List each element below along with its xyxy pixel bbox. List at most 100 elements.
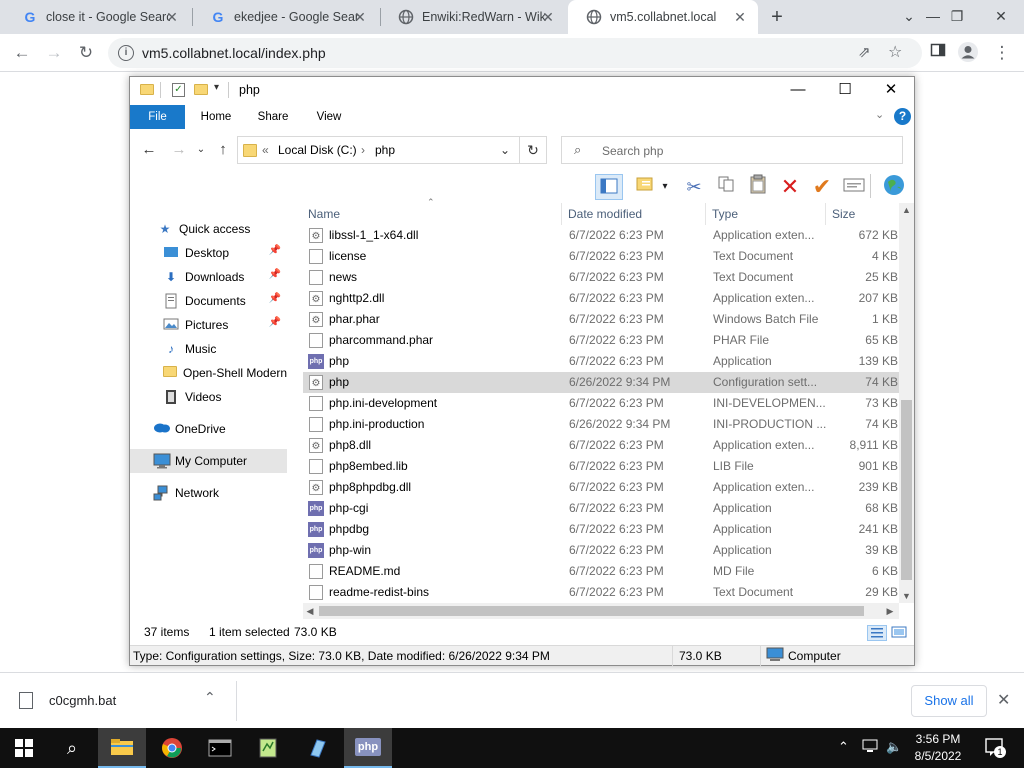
close-window-icon[interactable]: ✕ <box>978 0 1024 34</box>
close-tab-icon[interactable]: ✕ <box>164 9 180 25</box>
start-button[interactable] <box>0 728 48 768</box>
delete-icon[interactable]: ✕ <box>776 174 804 200</box>
scroll-right-icon[interactable]: ▶ <box>883 603 897 619</box>
file-row[interactable]: license 6/7/2022 6:23 PM Text Document 4 KB <box>303 246 899 267</box>
tab-home[interactable]: Home <box>194 105 238 129</box>
pin-icon[interactable]: 📌 <box>269 293 281 304</box>
nav-videos[interactable]: Videos <box>130 385 287 409</box>
navigation-pane-icon[interactable] <box>595 174 623 200</box>
system-clock[interactable]: 3:56 PM 8/5/2022 <box>910 731 966 765</box>
new-tab-button[interactable]: + <box>766 6 788 28</box>
show-all-button[interactable]: Show all <box>911 685 987 717</box>
browser-tab-4-active[interactable]: vm5.collabnet.local ✕ <box>568 0 758 34</box>
address-dropdown-icon[interactable]: ⌄ <box>500 143 510 157</box>
address-bar[interactable]: i vm5.collabnet.local/index.php ⇗ ☆ <box>108 38 922 68</box>
folder-options-icon[interactable] <box>632 174 660 200</box>
properties-icon[interactable] <box>840 174 868 200</box>
file-row[interactable]: php phpdbg 6/7/2022 6:23 PM Application 241 … <box>303 519 899 540</box>
column-header-type[interactable]: Type <box>707 203 825 225</box>
file-row[interactable]: php php-cgi 6/7/2022 6:23 PM Application 68 … <box>303 498 899 519</box>
close-icon[interactable]: ✕ <box>868 77 914 105</box>
pin-icon[interactable]: 📌 <box>269 245 281 256</box>
restore-icon[interactable]: ❐ <box>934 0 980 34</box>
nav-downloads[interactable]: ⬇ Downloads 📌 <box>130 265 287 289</box>
nav-desktop[interactable]: Desktop 📌 <box>130 241 287 265</box>
nav-onedrive[interactable]: OneDrive <box>130 417 287 441</box>
taskbar-command-prompt[interactable] <box>196 728 244 768</box>
browser-tab-1[interactable]: G close it - Google Search ✕ <box>4 0 190 34</box>
properties-check-icon[interactable]: ✓ <box>172 83 185 97</box>
nav-quick-access[interactable]: ★ Quick access <box>130 217 287 241</box>
search-box[interactable]: ⌕ Search php <box>561 136 903 164</box>
volume-icon[interactable]: 🔈 <box>886 739 902 755</box>
search-placeholder[interactable]: Search php <box>602 144 663 158</box>
address-breadcrumb[interactable]: « Local Disk (C:) › php ⌄ <box>237 136 547 164</box>
dropdown-chevron-icon[interactable]: ▾ <box>658 174 672 200</box>
close-icon[interactable]: ✕ <box>997 690 1010 710</box>
back-icon[interactable]: ← <box>10 41 34 65</box>
taskbar-notepad-plus[interactable] <box>244 728 292 768</box>
tab-share[interactable]: Share <box>251 105 295 129</box>
file-row[interactable]: ⚙ nghttp2.dll 6/7/2022 6:23 PM Application … <box>303 288 899 309</box>
breadcrumb-php[interactable]: php <box>375 143 395 157</box>
internet-globe-icon[interactable] <box>880 174 908 200</box>
network-status-icon[interactable] <box>862 739 878 756</box>
share-icon[interactable]: ⇗ <box>858 43 871 61</box>
nav-my-computer[interactable]: My Computer <box>130 449 287 473</box>
file-row[interactable]: README.md 6/7/2022 6:23 PM MD File 6 KB <box>303 561 899 582</box>
site-info-icon[interactable]: i <box>118 45 134 61</box>
file-row[interactable]: ⚙ php 6/26/2022 9:34 PM Configuration sett.… <box>303 372 899 393</box>
nav-documents[interactable]: Documents 📌 <box>130 289 287 313</box>
file-row[interactable]: php.ini-production 6/26/2022 9:34 PM INI-P… <box>303 414 899 435</box>
scroll-down-icon[interactable]: ▼ <box>899 589 914 603</box>
breadcrumb-local-disk[interactable]: Local Disk (C:) <box>278 143 357 157</box>
horizontal-scrollbar[interactable]: ◀ ▶ <box>303 603 899 619</box>
tab-file[interactable]: File <box>130 105 185 129</box>
rename-check-icon[interactable]: ✔ <box>808 174 836 200</box>
download-filename[interactable]: c0cgmh.bat <box>49 693 116 708</box>
notifications-icon[interactable]: 1 <box>984 737 1006 760</box>
file-row[interactable]: ⚙ libssl-1_1-x64.dll 6/7/2022 6:23 PM Appli… <box>303 225 899 246</box>
scrollbar-thumb[interactable] <box>319 606 864 616</box>
taskbar-php[interactable]: php <box>344 728 392 768</box>
reload-icon[interactable]: ↻ <box>74 41 98 65</box>
file-row[interactable]: pharcommand.phar 6/7/2022 6:23 PM PHAR Fil… <box>303 330 899 351</box>
url-text[interactable]: vm5.collabnet.local/index.php <box>142 45 326 61</box>
minimize-icon[interactable]: — <box>775 77 821 105</box>
pin-icon[interactable]: 📌 <box>269 269 281 280</box>
tab-view[interactable]: View <box>307 105 351 129</box>
close-tab-icon[interactable]: ✕ <box>732 9 748 25</box>
side-panel-icon[interactable] <box>926 41 950 65</box>
paste-icon[interactable] <box>744 174 772 200</box>
vertical-scrollbar[interactable]: ▲ ▼ <box>899 203 914 603</box>
file-row[interactable]: php8embed.lib 6/7/2022 6:23 PM LIB File 901… <box>303 456 899 477</box>
profile-avatar-icon[interactable] <box>956 41 980 65</box>
close-tab-icon[interactable]: ✕ <box>352 9 368 25</box>
column-header-name[interactable]: Name <box>303 203 561 225</box>
chevron-up-icon[interactable]: ⌃ <box>204 689 216 706</box>
forward-icon[interactable]: → <box>42 41 66 65</box>
taskbar-app[interactable] <box>294 728 342 768</box>
browser-tab-3[interactable]: Enwiki:RedWarn - Wikipedia ✕ <box>380 0 566 34</box>
new-folder-icon[interactable] <box>194 84 208 95</box>
file-row[interactable]: php php-win 6/7/2022 6:23 PM Application 39 … <box>303 540 899 561</box>
maximize-icon[interactable]: ☐ <box>822 77 868 105</box>
nav-music[interactable]: ♪ Music <box>130 337 287 361</box>
breadcrumb-chevron-icon[interactable]: › <box>361 143 365 157</box>
details-view-icon[interactable] <box>867 625 887 641</box>
file-row[interactable]: ⚙ phar.phar 6/7/2022 6:23 PM Windows Batch … <box>303 309 899 330</box>
pin-icon[interactable]: 📌 <box>269 317 281 328</box>
nav-pictures[interactable]: Pictures 📌 <box>130 313 287 337</box>
file-row[interactable]: php php 6/7/2022 6:23 PM Application 139 KB <box>303 351 899 372</box>
kebab-menu-icon[interactable]: ⋮ <box>990 41 1014 65</box>
scrollbar-thumb[interactable] <box>901 400 912 580</box>
file-row[interactable]: news 6/7/2022 6:23 PM Text Document 25 KB <box>303 267 899 288</box>
column-header-date-modified[interactable]: Date modified <box>563 203 705 225</box>
up-icon[interactable]: ↑ <box>214 142 232 158</box>
scroll-left-icon[interactable]: ◀ <box>303 603 317 619</box>
breadcrumb-overflow-icon[interactable]: « <box>262 143 269 157</box>
customize-toolbar-chevron-icon[interactable]: ▾ <box>214 82 219 93</box>
refresh-button[interactable]: ↻ <box>519 136 547 164</box>
scroll-up-icon[interactable]: ▲ <box>899 203 914 217</box>
expand-ribbon-icon[interactable]: ⌄ <box>875 108 884 121</box>
